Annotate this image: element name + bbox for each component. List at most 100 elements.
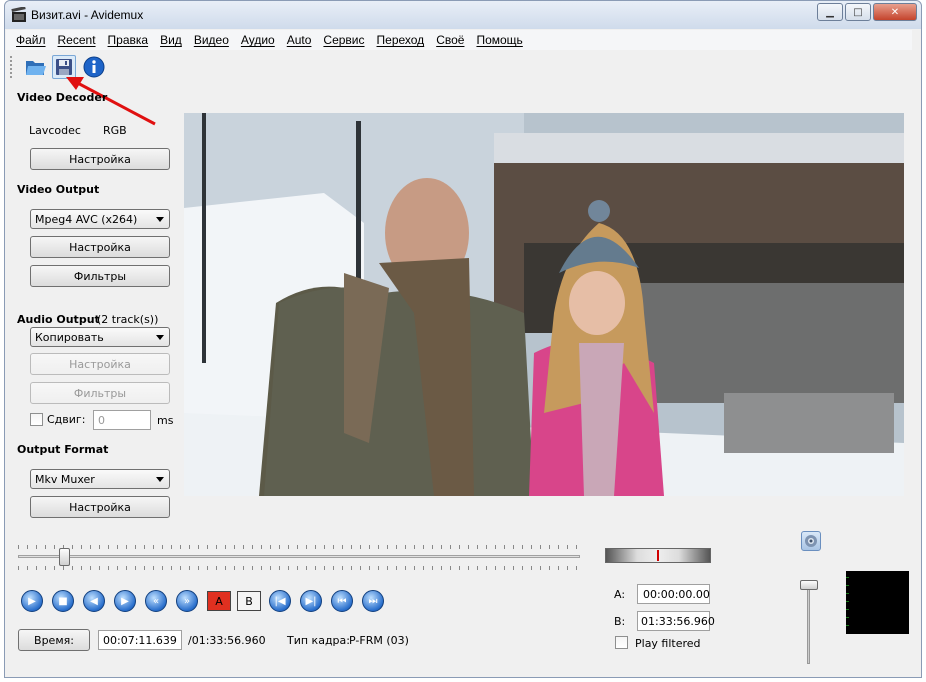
menu-auto[interactable]: Auto: [281, 33, 318, 47]
frame-type-label: Тип кадра:: [287, 634, 350, 647]
total-duration: /01:33:56.960: [188, 634, 266, 647]
audio-configure-button[interactable]: Настройка: [30, 353, 170, 375]
arrow-right-icon: ▶: [121, 595, 129, 607]
goto-start-button[interactable]: ⏮: [331, 590, 353, 612]
frame-type-value: P-FRM (03): [349, 634, 409, 647]
close-icon: ✕: [890, 6, 900, 18]
close-button[interactable]: ✕: [873, 3, 917, 21]
double-left-icon: «: [152, 595, 160, 607]
time-button[interactable]: Время:: [18, 629, 90, 651]
timeline-ticks-bottom: [18, 566, 580, 570]
next-keyframe-button[interactable]: »: [176, 590, 198, 612]
open-button[interactable]: [24, 55, 48, 79]
video-configure-button[interactable]: Настройка: [30, 236, 170, 258]
goto-end-button[interactable]: ⏭: [362, 590, 384, 612]
jog-shuttle[interactable]: [605, 548, 711, 563]
mark-b-label: B: [245, 594, 253, 608]
mark-b-button[interactable]: B: [237, 591, 261, 611]
chevron-down-icon: [156, 217, 164, 222]
menu-go[interactable]: Переход: [371, 33, 431, 47]
title-bar: Визит.avi - Avidemux ▁ □ ✕: [5, 1, 921, 29]
audio-codec-value: Копировать: [35, 330, 104, 344]
play-filtered-checkbox[interactable]: [615, 636, 628, 649]
decoder-configure-button[interactable]: Настройка: [30, 148, 170, 170]
chevron-down-icon: [156, 477, 164, 482]
goto-b-icon: ▶|: [305, 595, 317, 607]
mark-a-time-label: A:: [614, 588, 626, 601]
shift-value: 0: [98, 413, 105, 427]
shift-unit: ms: [157, 414, 174, 427]
toolbar: [6, 52, 912, 82]
decoder-codec-label: Lavcodec: [29, 124, 81, 137]
goto-mark-b-button[interactable]: ▶|: [300, 590, 322, 612]
video-preview: [184, 113, 904, 496]
menu-video[interactable]: Видео: [188, 33, 235, 47]
menu-bar: Файл Recent Правка Вид Видео Аудио Auto …: [6, 30, 912, 50]
save-button[interactable]: [52, 55, 76, 79]
output-format-heading: Output Format: [17, 443, 109, 456]
mark-a-time-value: 00:00:00.00: [643, 587, 710, 601]
shift-label: Сдвиг:: [47, 413, 86, 426]
prev-frame-button[interactable]: ◀: [83, 590, 105, 612]
menu-edit[interactable]: Правка: [102, 33, 155, 47]
current-time-value: 00:07:11.639: [103, 633, 177, 647]
stop-icon: ■: [58, 595, 68, 607]
video-decoder-heading: Video Decoder: [17, 91, 108, 104]
menu-audio[interactable]: Аудио: [235, 33, 281, 47]
toolbar-grip[interactable]: [10, 56, 13, 78]
muxer-select[interactable]: Mkv Muxer: [30, 469, 170, 489]
audio-filters-button[interactable]: Фильтры: [30, 382, 170, 404]
decoder-format-label: RGB: [103, 124, 127, 137]
audio-codec-select[interactable]: Копировать: [30, 327, 170, 347]
skip-end-icon: ⏭: [368, 595, 378, 607]
minimize-icon: ▁: [826, 6, 834, 18]
maximize-icon: □: [853, 6, 863, 18]
menu-recent[interactable]: Recent: [52, 33, 102, 47]
prev-keyframe-button[interactable]: «: [145, 590, 167, 612]
audio-meter: [846, 571, 909, 634]
video-codec-value: Mpeg4 AVC (x264): [35, 212, 138, 226]
timeline-ticks-top: [18, 545, 580, 549]
maximize-button[interactable]: □: [845, 3, 871, 21]
menu-custom[interactable]: Своё: [430, 33, 470, 47]
video-frame-image: [184, 113, 904, 496]
menu-tools[interactable]: Сервис: [317, 33, 370, 47]
timeline-slider[interactable]: [18, 555, 580, 558]
audio-output-heading: Audio Output: [17, 313, 100, 326]
goto-a-icon: |◀: [274, 595, 286, 607]
speaker-icon: [805, 535, 817, 547]
window-title: Визит.avi - Avidemux: [31, 8, 144, 22]
goto-mark-a-button[interactable]: |◀: [269, 590, 291, 612]
skip-start-icon: ⏮: [337, 595, 347, 607]
video-filters-button[interactable]: Фильтры: [30, 265, 170, 287]
menu-file[interactable]: Файл: [10, 33, 52, 47]
double-right-icon: »: [183, 595, 191, 607]
stop-button[interactable]: ■: [52, 590, 74, 612]
play-icon: ▶: [28, 595, 36, 607]
shift-spinbox[interactable]: 0: [93, 410, 151, 430]
minimize-button[interactable]: ▁: [817, 3, 843, 21]
muxer-configure-button[interactable]: Настройка: [30, 496, 170, 518]
timeline-thumb[interactable]: [59, 548, 70, 566]
volume-thumb[interactable]: [800, 580, 818, 590]
video-codec-select[interactable]: Mpeg4 AVC (x264): [30, 209, 170, 229]
menu-help[interactable]: Помощь: [470, 33, 528, 47]
shift-checkbox[interactable]: [30, 413, 43, 426]
meter-scale: [846, 577, 849, 629]
folder-open-icon: [26, 61, 46, 75]
menu-view[interactable]: Вид: [154, 33, 188, 47]
mark-b-time-field: 01:33:56.960: [637, 611, 715, 631]
info-button[interactable]: [82, 55, 106, 79]
mark-b-time-value: 01:33:56.960: [641, 614, 715, 628]
mark-b-time-label: B:: [614, 615, 626, 628]
floppy-save-icon: [56, 59, 72, 75]
play-button[interactable]: ▶: [21, 590, 43, 612]
current-time-field[interactable]: 00:07:11.639: [98, 630, 182, 650]
mark-a-label: A: [215, 594, 223, 608]
mark-a-button[interactable]: A: [207, 591, 231, 611]
jog-marker: [657, 550, 659, 561]
next-frame-button[interactable]: ▶: [114, 590, 136, 612]
volume-slider[interactable]: [807, 580, 810, 664]
audio-toggle-button[interactable]: [801, 531, 821, 551]
chevron-down-icon: [156, 335, 164, 340]
